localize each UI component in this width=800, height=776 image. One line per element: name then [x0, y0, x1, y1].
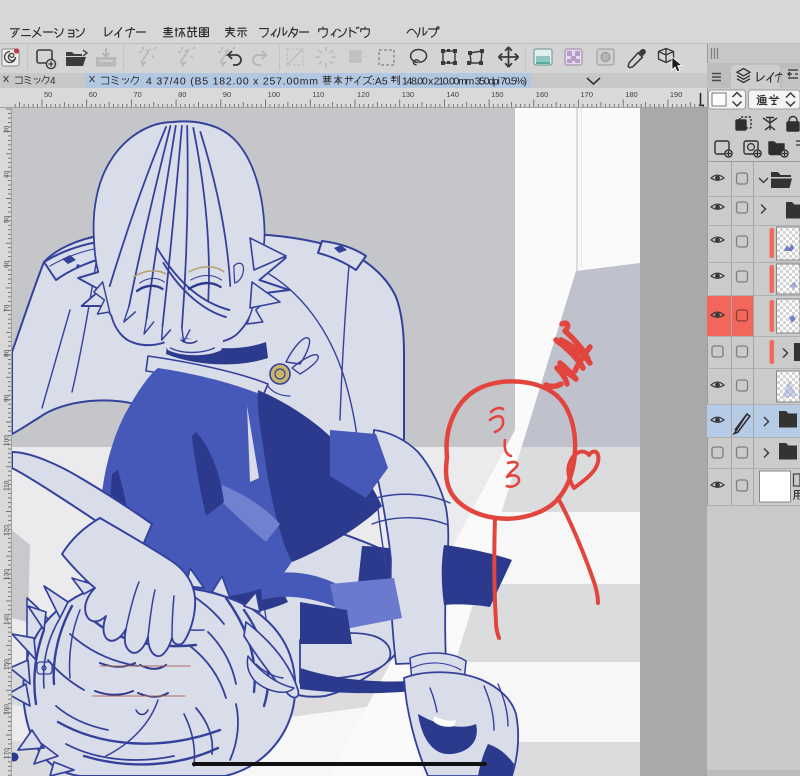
svg-text:130: 130 [402, 90, 415, 99]
svg-text:140: 140 [446, 90, 459, 99]
svg-text:110: 110 [312, 90, 324, 99]
svg-text:4 37/40 (B5 182.00 x 257.00mm: 4 37/40 (B5 182.00 x 257.00mm [146, 76, 318, 88]
svg-text:170: 170 [581, 90, 594, 99]
svg-text:160: 160 [4, 704, 11, 715]
svg-text:90: 90 [223, 90, 231, 99]
svg-text:4: 4 [50, 76, 56, 87]
svg-text:160: 160 [536, 90, 549, 99]
svg-text:190: 190 [670, 90, 683, 99]
svg-text:148.00 x 210.00mm 350dpi 70.5%: 148.00 x 210.00mm 350dpi 70.5%) [402, 76, 527, 88]
svg-text:120: 120 [4, 525, 11, 536]
svg-text:150: 150 [491, 90, 504, 99]
svg-text:70: 70 [133, 90, 141, 99]
svg-text:100: 100 [268, 90, 281, 99]
svg-text:50: 50 [44, 90, 52, 99]
svg-text:60: 60 [89, 90, 97, 99]
svg-text:180: 180 [625, 90, 638, 99]
svg-text:120: 120 [357, 90, 370, 99]
svg-text::A5: :A5 [372, 76, 388, 88]
svg-text:80: 80 [178, 90, 186, 99]
